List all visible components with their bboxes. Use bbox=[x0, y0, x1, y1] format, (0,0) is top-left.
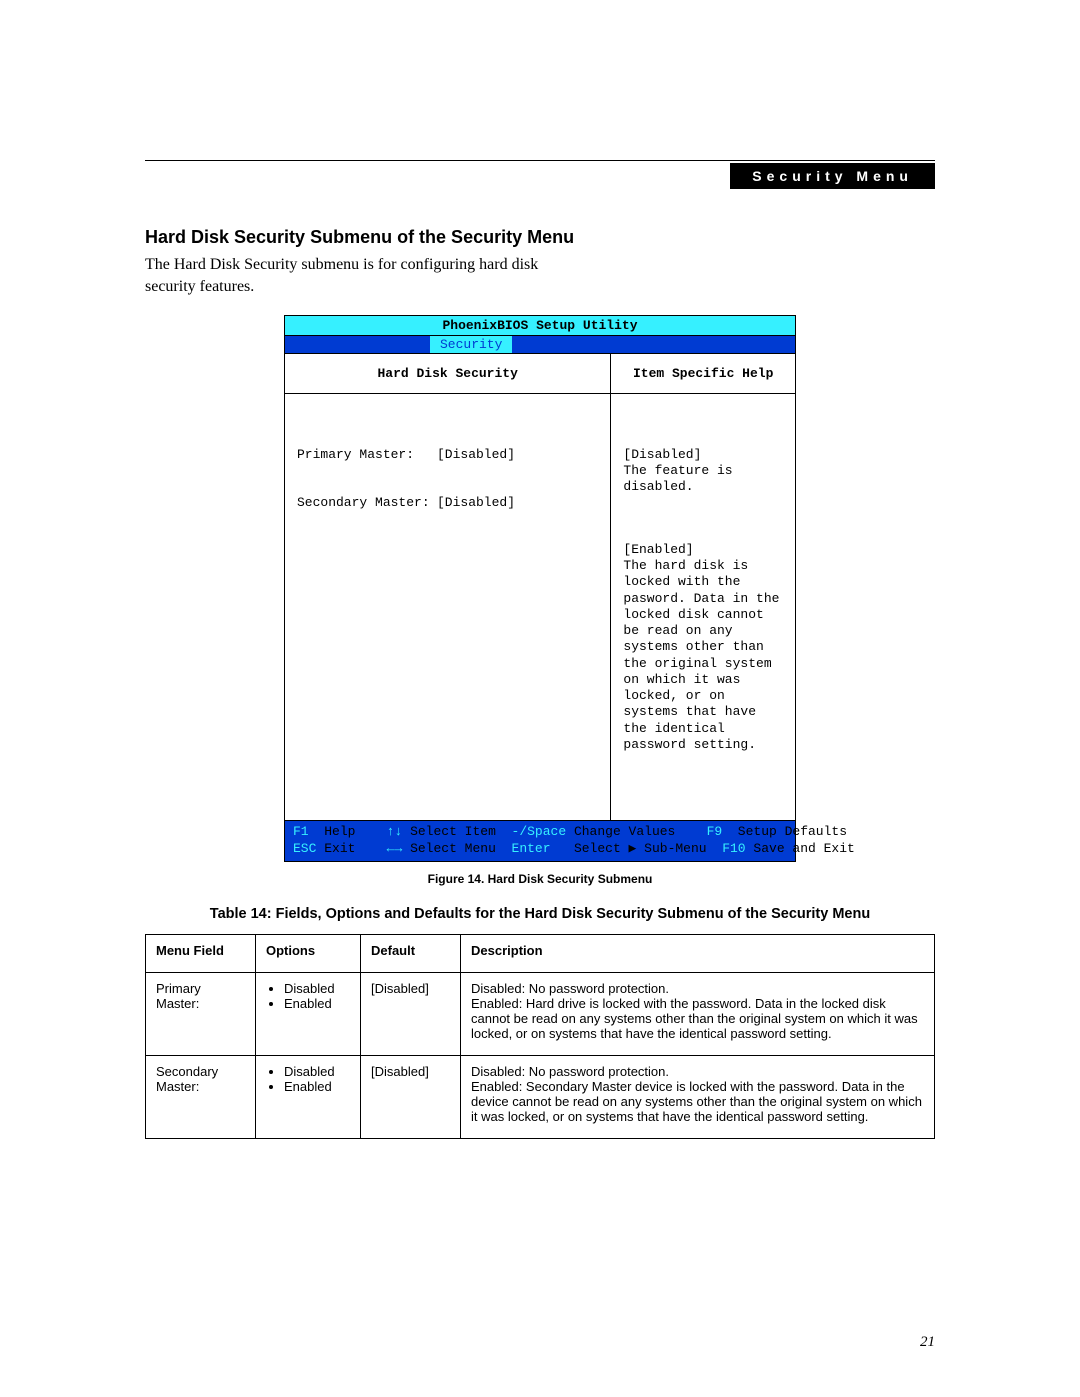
figure-caption: Figure 14. Hard Disk Security Submenu bbox=[145, 872, 935, 886]
key-updown: ↑↓ bbox=[387, 824, 403, 839]
bios-left-column: Hard Disk Security Primary Master: [Disa… bbox=[285, 354, 611, 820]
table-caption: Table 14: Fields, Options and Defaults f… bbox=[145, 906, 935, 922]
running-header: Security Menu bbox=[730, 163, 935, 189]
bios-tab-security: Security bbox=[430, 336, 512, 353]
cell-options: Disabled Enabled bbox=[256, 973, 361, 1056]
option-item: Enabled bbox=[284, 996, 350, 1011]
option-item: Disabled bbox=[284, 981, 350, 996]
bios-left-header: Hard Disk Security bbox=[285, 354, 610, 394]
table-row: Secondary Master: Disabled Enabled [Disa… bbox=[146, 1056, 935, 1139]
th-description: Description bbox=[461, 935, 935, 973]
bios-help-disabled: [Disabled] The feature is disabled. bbox=[623, 447, 785, 496]
cell-desc: Disabled: No password protection. Enable… bbox=[461, 973, 935, 1056]
key-f10: F10 bbox=[722, 841, 745, 856]
cell-default: [Disabled] bbox=[361, 973, 461, 1056]
action-select-menu: Select Menu bbox=[410, 841, 496, 856]
bios-field-secondary: Secondary Master: [Disabled] bbox=[297, 495, 600, 511]
bios-right-header: Item Specific Help bbox=[611, 354, 795, 394]
action-setup-defaults: Setup Defaults bbox=[738, 824, 847, 839]
cell-menu: Primary Master: bbox=[146, 973, 256, 1056]
action-change-values: Change Values bbox=[574, 824, 675, 839]
bios-field-primary: Primary Master: [Disabled] bbox=[297, 447, 600, 463]
bios-fields: Primary Master: [Disabled] Secondary Mas… bbox=[285, 394, 610, 664]
bios-field-value: [Disabled] bbox=[437, 447, 515, 463]
bios-footer: F1 Help ↑↓ Select Item -/Space Change Va… bbox=[285, 820, 795, 862]
cell-desc: Disabled: No password protection. Enable… bbox=[461, 1056, 935, 1139]
bios-body: Hard Disk Security Primary Master: [Disa… bbox=[285, 354, 795, 820]
th-options: Options bbox=[256, 935, 361, 973]
bios-field-label: Secondary Master: bbox=[297, 495, 437, 511]
bios-footer-row-1: F1 Help ↑↓ Select Item -/Space Change Va… bbox=[293, 824, 787, 841]
bios-field-value: [Disabled] bbox=[437, 495, 515, 511]
key-f1: F1 bbox=[293, 824, 309, 839]
key-f9: F9 bbox=[707, 824, 723, 839]
bios-help-enabled: [Enabled] The hard disk is locked with t… bbox=[623, 542, 785, 753]
cell-default: [Disabled] bbox=[361, 1056, 461, 1139]
bios-title: PhoenixBIOS Setup Utility bbox=[285, 316, 795, 336]
document-page: Security Menu Hard Disk Security Submenu… bbox=[0, 0, 1080, 1397]
key-esc: ESC bbox=[293, 841, 316, 856]
cell-menu: Secondary Master: bbox=[146, 1056, 256, 1139]
table-header-row: Menu Field Options Default Description bbox=[146, 935, 935, 973]
cell-options: Disabled Enabled bbox=[256, 1056, 361, 1139]
action-exit: Exit bbox=[324, 841, 355, 856]
bios-screenshot: PhoenixBIOS Setup Utility Security Hard … bbox=[284, 315, 796, 862]
header-row: Security Menu bbox=[145, 163, 935, 189]
section-title: Hard Disk Security Submenu of the Securi… bbox=[145, 227, 935, 248]
key-enter: Enter bbox=[512, 841, 551, 856]
spec-table: Menu Field Options Default Description P… bbox=[145, 934, 935, 1139]
page-number: 21 bbox=[920, 1334, 935, 1351]
bios-tab-bar: Security bbox=[285, 336, 795, 354]
table-row: Primary Master: Disabled Enabled [Disabl… bbox=[146, 973, 935, 1056]
option-item: Enabled bbox=[284, 1079, 350, 1094]
key-leftright: ←→ bbox=[387, 841, 403, 856]
option-item: Disabled bbox=[284, 1064, 350, 1079]
bios-field-label: Primary Master: bbox=[297, 447, 437, 463]
bios-footer-row-2: ESC Exit ←→ Select Menu Enter Select ▶ S… bbox=[293, 841, 787, 858]
action-save-exit: Save and Exit bbox=[753, 841, 854, 856]
key-space: -/Space bbox=[512, 824, 567, 839]
bios-right-column: Item Specific Help [Disabled] The featur… bbox=[611, 354, 795, 820]
action-help: Help bbox=[324, 824, 355, 839]
header-rule bbox=[145, 160, 935, 161]
action-select-item: Select Item bbox=[410, 824, 496, 839]
action-select-submenu: Select ▶ Sub-Menu bbox=[574, 841, 707, 856]
bios-help-text: [Disabled] The feature is disabled. [Ena… bbox=[611, 394, 795, 820]
th-menu-field: Menu Field bbox=[146, 935, 256, 973]
section-intro: The Hard Disk Security submenu is for co… bbox=[145, 254, 575, 297]
th-default: Default bbox=[361, 935, 461, 973]
